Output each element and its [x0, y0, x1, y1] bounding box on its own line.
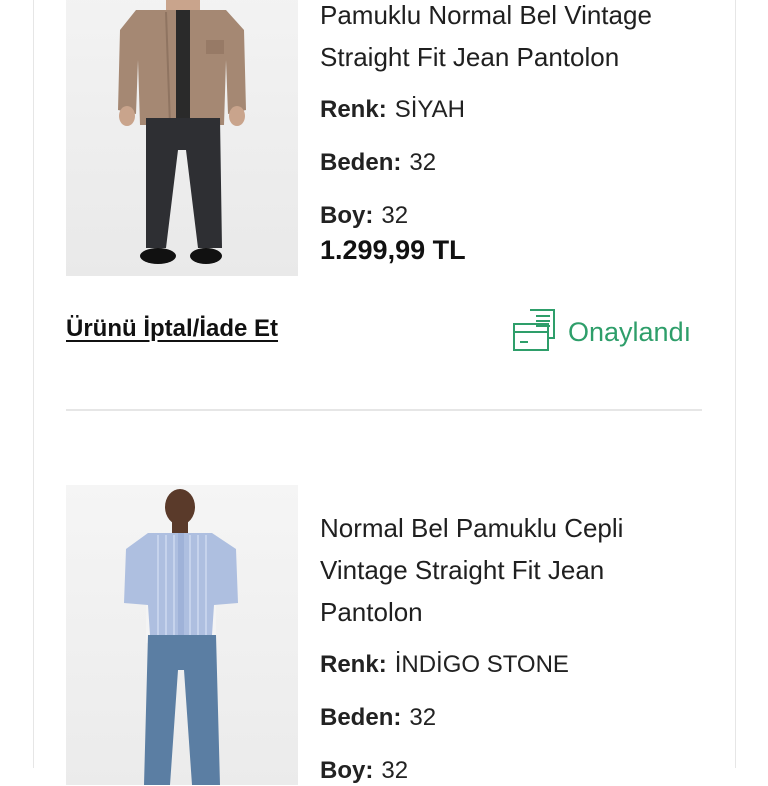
product-photo-man-brown-shirt-black-jeans: [118, 0, 246, 264]
length-attribute: Boy: 32: [320, 756, 720, 786]
length-label: Boy:: [320, 202, 374, 229]
color-label: Renk:: [320, 651, 387, 678]
length-label: Boy:: [320, 757, 374, 784]
product-name-line: Normal Bel Pamuklu Cepli: [320, 513, 624, 543]
product-image[interactable]: [66, 485, 298, 785]
product-price: 1.299,99 TL: [320, 235, 466, 265]
product-photo-man-striped-shirt-blue-jeans: [124, 489, 238, 785]
color-value: İNDİGO STONE: [394, 651, 569, 678]
product-name-line: Vintage Straight Fit Jean: [320, 555, 605, 585]
product-info: Normal Bel Pamuklu Cepli Vintage Straigh…: [320, 507, 720, 786]
color-attribute: Renk: SİYAH: [320, 95, 720, 125]
product-name[interactable]: Normal Bel Pamuklu Cepli Vintage Straigh…: [320, 507, 720, 633]
receipt-icon: [512, 308, 558, 357]
size-attribute: Beden: 32: [320, 703, 720, 733]
order-status: Onaylandı: [512, 308, 691, 357]
product-image[interactable]: [66, 0, 298, 276]
length-attribute: Boy: 32: [320, 201, 720, 231]
size-value: 32: [409, 149, 437, 176]
card-border-left: [33, 0, 34, 768]
color-attribute: Renk: İNDİGO STONE: [320, 650, 720, 680]
product-name-line: Pamuklu Normal Bel Vintage: [320, 0, 652, 30]
size-attribute: Beden: 32: [320, 148, 720, 178]
product-name-line: Straight Fit Jean Pantolon: [320, 42, 620, 72]
card-border-right: [735, 0, 736, 768]
product-info: Pamuklu Normal Bel Vintage Straight Fit …: [320, 0, 720, 266]
status-label: Onaylandı: [568, 317, 692, 347]
product-name-line: Pantolon: [320, 597, 423, 627]
size-label: Beden:: [320, 149, 402, 176]
product-name[interactable]: Pamuklu Normal Bel Vintage Straight Fit …: [320, 0, 720, 78]
color-value: SİYAH: [394, 96, 465, 123]
order-divider: [66, 409, 702, 411]
color-label: Renk:: [320, 96, 387, 123]
cancel-return-link[interactable]: Ürünü İptal/İade Et: [66, 315, 278, 343]
size-label: Beden:: [320, 704, 402, 731]
length-value: 32: [381, 757, 409, 784]
size-value: 32: [409, 704, 437, 731]
length-value: 32: [381, 202, 409, 229]
